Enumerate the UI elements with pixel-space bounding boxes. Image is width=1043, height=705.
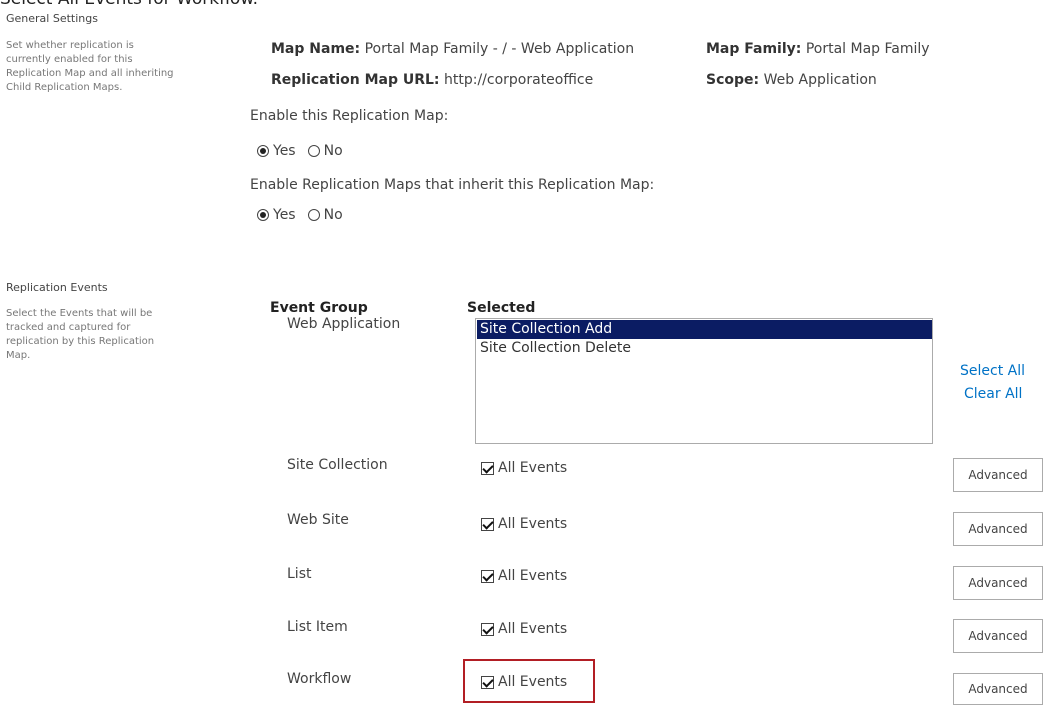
event-group-header: Event Group [270,300,368,316]
list-all-events[interactable]: All Events [481,568,567,584]
map-family: Map Family: Portal Map Family [706,41,930,57]
web-site-all-events[interactable]: All Events [481,516,567,532]
workflow-advanced-button[interactable]: Advanced [953,673,1043,705]
list-item-all-events[interactable]: All Events [481,621,567,637]
enable-inherit-no-option[interactable]: No [307,207,343,223]
scope-label: Scope: [706,72,760,88]
site-collection-checkbox-label: All Events [498,460,568,476]
map-family-label: Map Family: [706,41,802,57]
replication-events-title: Replication Events [6,281,108,294]
map-url-value: http://corporateoffice [444,72,594,88]
listbox-item[interactable]: Site Collection Add [477,320,932,339]
site-collection-advanced-button[interactable]: Advanced [953,458,1043,492]
web-site-checkbox-label: All Events [498,516,568,532]
group-label-web-site: Web Site [287,512,349,528]
workflow-checkbox[interactable] [481,675,494,689]
listbox-item[interactable]: Site Collection Delete [477,339,932,358]
clear-all-link[interactable]: Clear All [964,386,1022,402]
web-site-checkbox[interactable] [481,517,494,531]
group-label-list: List [287,566,312,582]
list-advanced-button[interactable]: Advanced [953,566,1043,600]
map-url-label: Replication Map URL: [271,72,440,88]
enable-inherit-yes-option[interactable]: Yes [257,207,296,223]
enable-map-no-option[interactable]: No [307,143,343,159]
enable-inherit-label: Enable Replication Maps that inherit thi… [250,177,655,193]
enable-map-yes-label: Yes [273,143,296,159]
workflow-checkbox-label: All Events [498,674,568,690]
replication-events-description: Select the Events that will be tracked a… [6,308,155,361]
enable-inherit-yes-label: Yes [273,207,296,223]
map-name-label: Map Name: [271,41,361,57]
web-site-advanced-button[interactable]: Advanced [953,512,1043,546]
map-url: Replication Map URL: http://corporateoff… [271,72,593,88]
list-item-checkbox[interactable] [481,622,494,636]
scope: Scope: Web Application [706,72,877,88]
map-name-value: Portal Map Family - / - Web Application [364,41,635,57]
general-settings-title: General Settings [6,12,98,25]
list-item-advanced-button[interactable]: Advanced [953,619,1043,653]
map-name: Map Name: Portal Map Family - / - Web Ap… [271,41,634,57]
enable-map-label: Enable this Replication Map: [250,108,449,124]
web-application-label: Web Application [287,316,401,332]
enable-inherit-radio-group: Yes No [257,207,355,223]
enable-map-no-radio[interactable] [307,145,320,157]
enable-map-radio-group: Yes No [257,143,355,159]
list-checkbox[interactable] [481,569,494,583]
workflow-all-events[interactable]: All Events [481,674,567,690]
enable-map-yes-radio[interactable] [257,145,269,157]
general-settings-description: Set whether replication is currently ena… [6,40,174,93]
group-label-workflow: Workflow [287,671,352,687]
enable-inherit-yes-radio[interactable] [257,209,269,221]
site-collection-all-events[interactable]: All Events [481,460,567,476]
list-checkbox-label: All Events [498,568,568,584]
selected-events-listbox[interactable]: Site Collection Add Site Collection Dele… [475,318,933,444]
top-caption: Select All Events for Workflow. [0,0,258,9]
list-item-checkbox-label: All Events [498,621,568,637]
scope-value: Web Application [763,72,877,88]
group-label-site-collection: Site Collection [287,457,388,473]
group-label-list-item: List Item [287,619,348,635]
selected-header: Selected [467,300,536,316]
select-all-link[interactable]: Select All [960,363,1025,379]
map-family-value: Portal Map Family [805,41,930,57]
enable-map-yes-option[interactable]: Yes [257,143,296,159]
site-collection-checkbox[interactable] [481,461,494,475]
enable-inherit-no-label: No [323,207,343,223]
enable-map-no-label: No [323,143,343,159]
enable-inherit-no-radio[interactable] [307,209,320,221]
